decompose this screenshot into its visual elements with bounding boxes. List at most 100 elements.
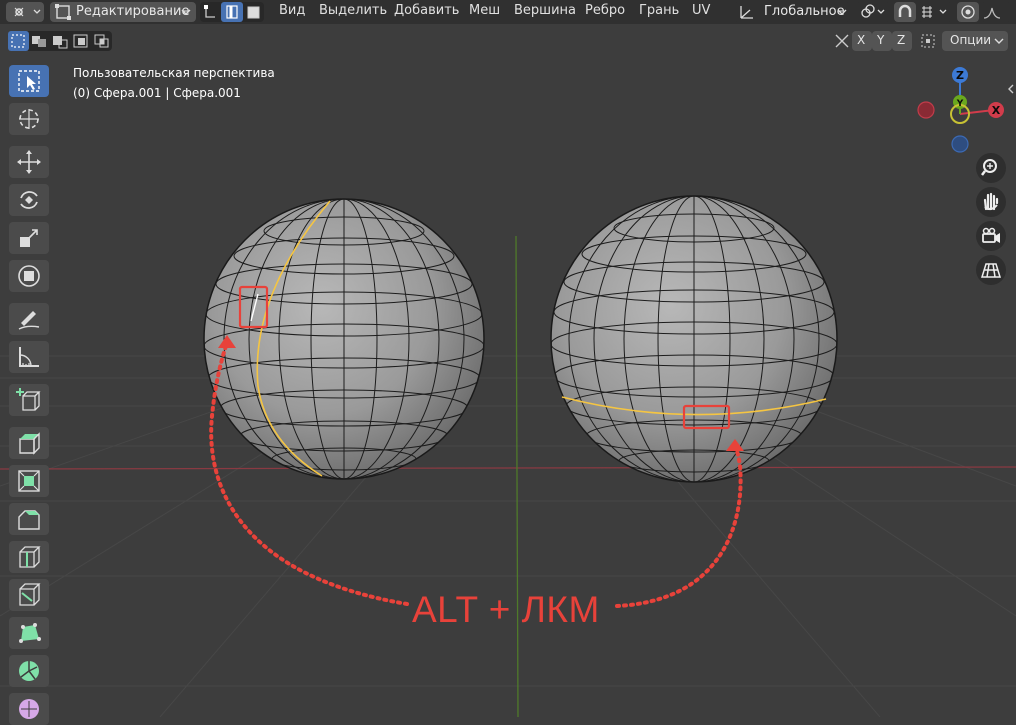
tool-measure[interactable] xyxy=(9,341,49,373)
scale-icon xyxy=(20,229,38,247)
mode-label: Редактирование xyxy=(76,4,190,19)
tool-move[interactable] xyxy=(9,146,49,178)
hand-icon xyxy=(983,192,999,211)
poly-build-icon xyxy=(19,623,41,643)
edge-select-icon xyxy=(226,5,238,19)
edge-select-button[interactable] xyxy=(221,2,243,22)
menu-select[interactable]: Выделить xyxy=(319,3,387,18)
tool-smooth[interactable] xyxy=(9,693,49,725)
editor-type-button[interactable] xyxy=(6,2,44,22)
menu-vertex[interactable]: Вершина xyxy=(514,3,576,18)
sphere-left xyxy=(203,198,485,480)
chevron-down-icon xyxy=(837,9,847,15)
tool-loop-cut[interactable] xyxy=(9,541,49,573)
pivot-icon xyxy=(861,4,885,18)
menu-face[interactable]: Грань xyxy=(639,3,679,18)
menu-edge[interactable]: Ребро xyxy=(585,3,625,18)
pivot-point-select[interactable] xyxy=(856,2,890,22)
mirror-x-toggle[interactable]: X xyxy=(852,31,872,51)
select-new-button[interactable] xyxy=(8,31,29,51)
chevron-left-icon xyxy=(1008,84,1014,94)
tool-scale[interactable] xyxy=(9,222,49,254)
spin-icon xyxy=(19,661,39,681)
options-dropdown[interactable]: Опции xyxy=(942,31,1008,51)
select-subtract-button[interactable] xyxy=(50,31,71,51)
transform-icon xyxy=(18,265,40,287)
tool-add-cube[interactable] xyxy=(9,384,49,416)
3d-viewport[interactable]: Z Y X Пользовательская перспектива (0) С… xyxy=(0,56,1016,717)
falloff-select[interactable] xyxy=(981,2,1011,22)
mirror-icon xyxy=(835,34,849,48)
tool-bevel[interactable] xyxy=(9,503,49,535)
tool-cursor[interactable] xyxy=(9,103,49,135)
mirror-z-label: Z xyxy=(897,33,906,47)
x-axis-line xyxy=(0,466,1016,470)
menu-add[interactable]: Добавить xyxy=(394,3,459,18)
camera-view-button[interactable] xyxy=(976,221,1006,251)
options-label: Опции xyxy=(950,33,992,47)
view-name: Пользовательская перспектива xyxy=(73,66,275,80)
menu-uv[interactable]: UV xyxy=(692,3,710,18)
face-select-button[interactable] xyxy=(243,2,264,22)
mirror-x-label: X xyxy=(857,33,866,47)
snap-target-select[interactable] xyxy=(918,2,952,22)
top-header: Редактирование Вид Выделить Добавить Меш… xyxy=(0,0,1016,24)
sphere-right xyxy=(550,195,838,483)
proportional-edit-toggle[interactable] xyxy=(957,2,979,22)
tool-transform[interactable] xyxy=(9,260,49,292)
falloff-curve-icon xyxy=(983,7,1001,19)
sidebar-toggle[interactable] xyxy=(1006,80,1016,98)
tool-poly-build[interactable] xyxy=(9,617,49,649)
gizmo-y-label: Y xyxy=(956,99,964,109)
gizmo-z-label: Z xyxy=(956,69,964,82)
vertex-select-button[interactable] xyxy=(200,2,221,22)
object-info: (0) Сфера.001 | Сфера.001 xyxy=(73,86,241,100)
loop-cut-icon xyxy=(19,546,41,568)
vertex-select-icon xyxy=(204,5,215,18)
zoom-icon xyxy=(981,159,997,176)
tool-extrude[interactable] xyxy=(9,427,49,459)
edit-mode-icon xyxy=(55,4,71,20)
menu-view[interactable]: Вид xyxy=(279,3,305,18)
select-invert-button[interactable] xyxy=(71,31,92,51)
bevel-icon xyxy=(18,510,40,530)
face-select-icon xyxy=(247,6,260,19)
select-invert-icon xyxy=(73,34,88,48)
mirror-z-toggle[interactable]: Z xyxy=(892,31,912,51)
pan-button[interactable] xyxy=(976,187,1006,217)
mirror-y-toggle[interactable]: Y xyxy=(872,31,892,51)
auto-merge-icon[interactable] xyxy=(918,31,938,51)
tool-spin[interactable] xyxy=(9,655,49,687)
pencil-icon xyxy=(18,311,40,330)
snap-grid-icon xyxy=(922,6,947,18)
select-intersect-icon xyxy=(94,34,109,48)
floor-grid xyxy=(0,355,1016,717)
toggle-perspective-button[interactable] xyxy=(976,255,1006,285)
select-extend-button[interactable] xyxy=(29,31,50,51)
orientation-label: Глобальное xyxy=(764,4,845,19)
mode-select[interactable]: Редактирование xyxy=(50,2,196,22)
add-cube-icon xyxy=(16,388,41,411)
transform-orientation-select[interactable]: Глобальное xyxy=(734,2,850,22)
tool-settings-header: X Y Z Опции xyxy=(0,24,1016,56)
move-icon xyxy=(17,150,41,174)
knife-icon xyxy=(19,583,41,606)
proportional-edit-icon xyxy=(961,5,975,19)
select-intersect-button[interactable] xyxy=(92,31,112,51)
tool-inset[interactable] xyxy=(9,465,49,497)
zoom-button[interactable] xyxy=(976,153,1006,183)
menu-mesh[interactable]: Меш xyxy=(469,3,500,18)
shortcut-hint: ALT + ЛКМ xyxy=(412,589,600,630)
tool-rotate[interactable] xyxy=(9,184,49,216)
select-extend-icon xyxy=(32,36,46,47)
tool-select-box[interactable] xyxy=(9,65,49,97)
select-mode-group xyxy=(200,2,264,22)
perspective-grid-icon xyxy=(980,263,1002,278)
chevron-down-icon xyxy=(181,9,191,15)
snap-toggle[interactable] xyxy=(894,2,916,22)
tool-knife[interactable] xyxy=(9,579,49,611)
select-subtract-icon xyxy=(53,36,68,49)
editor-type-icon xyxy=(14,7,41,17)
tool-annotate[interactable] xyxy=(9,303,49,335)
extrude-icon xyxy=(19,432,40,455)
